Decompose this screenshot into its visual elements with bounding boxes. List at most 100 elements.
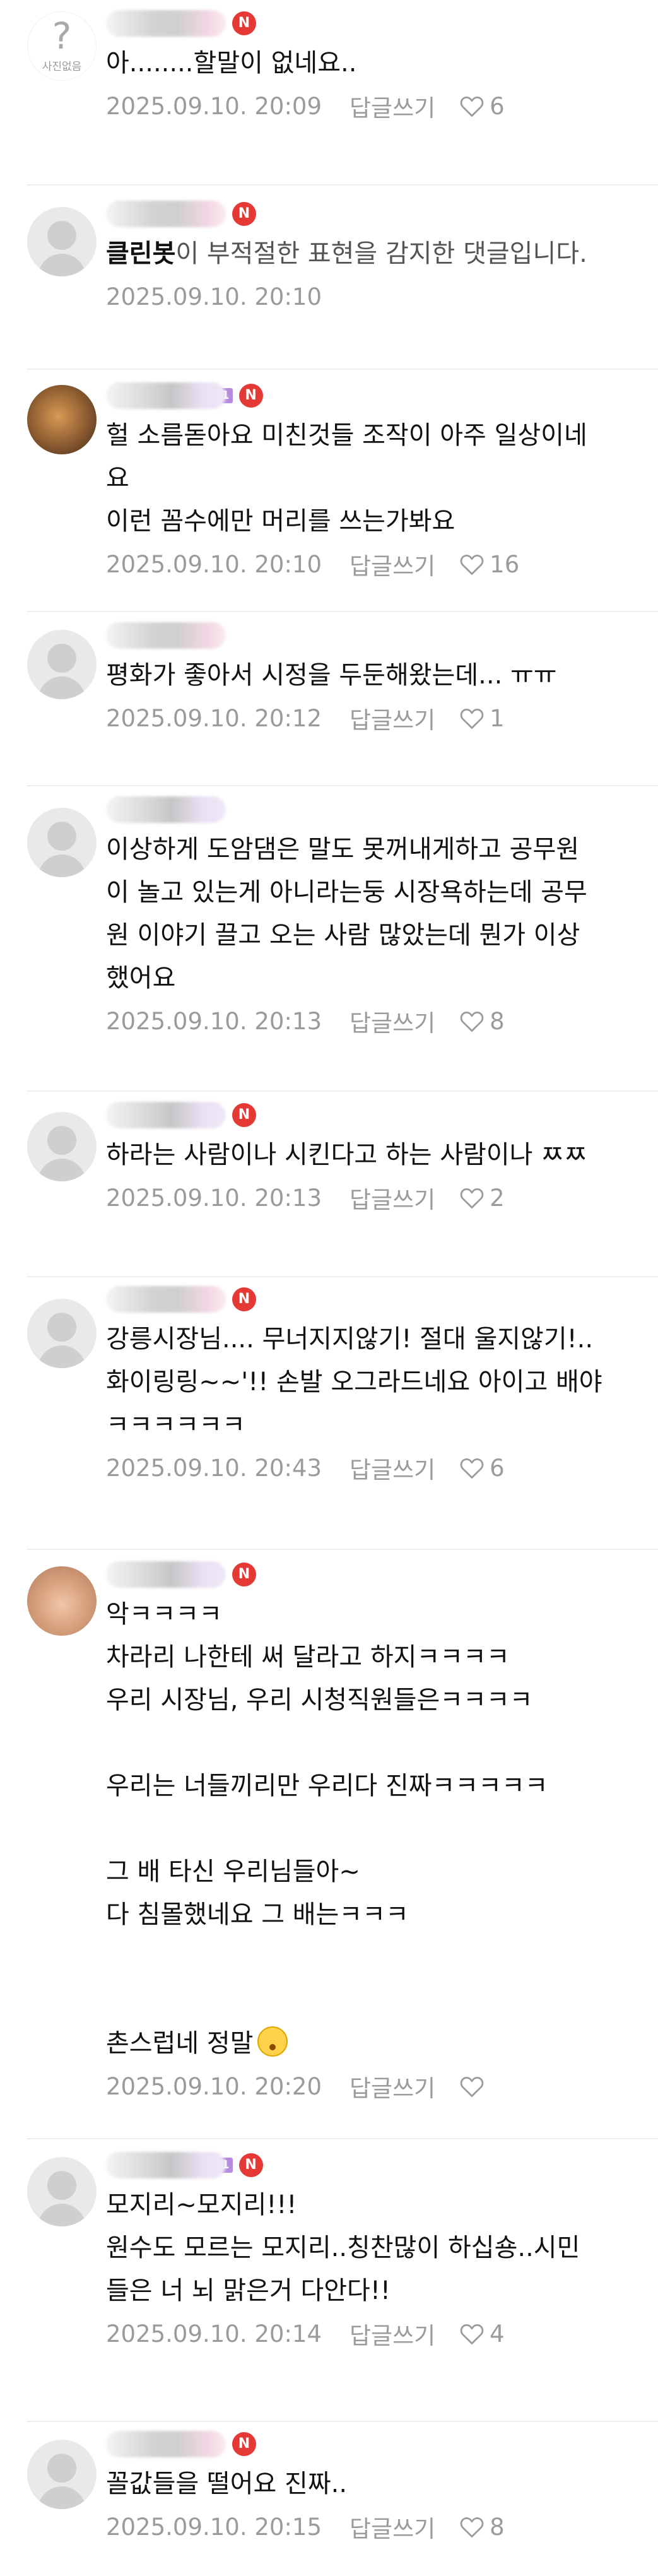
heart-icon [460, 1012, 484, 1032]
author-nickname[interactable]: N [106, 8, 256, 39]
comment-line-text: 강릉시장님.... 무너지지않기! 절대 울지않기!.. [106, 1325, 594, 1354]
avatar[interactable] [27, 2440, 97, 2509]
reply-button[interactable]: 답글쓰기 [350, 547, 435, 581]
comment-item: 1N 모지리~모지리!!! 원수도 모르는 모지리..칭찬많이 하십숑..시민들은 … [0, 2138, 658, 2421]
comment-item: N 악ㅋㅋㅋㅋ 차라리 나한테 써 달라고 하지ㅋㅋㅋㅋ 우리 시장님, 우리 시청직… [0, 1549, 658, 2138]
comment-timestamp: 2025.09.10. 20:20 [106, 2072, 322, 2100]
reply-button[interactable]: 답글쓰기 [350, 1451, 435, 1485]
like-count: 1 [490, 704, 505, 732]
comment-line-text: 우리 시장님, 우리 시청직원들은ㅋㅋㅋㅋ [106, 1686, 533, 1715]
like-button[interactable]: 8 [459, 1008, 505, 1035]
blurred-nickname [106, 796, 226, 823]
comment-item: N 하라는 사람이나 시킨다고 하는 사람이나 ㅉㅉ 2025.09.10. 20:… [0, 1090, 658, 1276]
comment-line: 아........할말이 없네요.. [106, 42, 645, 85]
comment-text: 헐 소름돋아요 미친것들 조작이 아주 일상이네 요 이런 꼼수에만 머리를 쓰는가… [106, 414, 645, 543]
author-nickname[interactable]: N [106, 1284, 256, 1315]
comment-timestamp: 2025.09.10. 20:10 [106, 283, 322, 310]
author-nickname[interactable] [106, 620, 226, 651]
comment-line: 요 [106, 457, 645, 500]
author-nickname[interactable]: N [106, 198, 256, 230]
comment-line: 헐 소름돋아요 미친것들 조작이 아주 일상이네 [106, 414, 645, 457]
flushed-face-emoji [257, 2026, 288, 2057]
comment-line-text: 차라리 나한테 써 달라고 하지ㅋㅋㅋㅋ [106, 1643, 510, 1672]
reply-button[interactable]: 답글쓰기 [350, 2510, 435, 2544]
comment-meta: 2025.09.10. 20:09 답글쓰기 6 [106, 87, 645, 125]
blurred-nickname [106, 622, 226, 649]
avatar[interactable] [27, 207, 97, 276]
new-badge: N [232, 1287, 256, 1311]
like-button[interactable]: 8 [459, 2514, 505, 2541]
like-count: 4 [490, 2320, 505, 2348]
heart-icon [460, 1188, 484, 1208]
reply-button[interactable]: 답글쓰기 [350, 1181, 435, 1215]
author-nickname[interactable] [106, 794, 226, 825]
comment-meta: 2025.09.10. 20:13 답글쓰기 2 [106, 1179, 645, 1217]
cleanbot-label: 클린봇 [106, 239, 176, 268]
reply-button[interactable]: 답글쓰기 [350, 701, 435, 735]
comment-text: 아........할말이 없네요.. [106, 42, 645, 85]
avatar[interactable]: ? 사진없음 [27, 11, 97, 81]
new-badge: N [238, 384, 263, 408]
like-button[interactable]: 16 [459, 551, 519, 578]
like-button[interactable]: 6 [459, 93, 505, 120]
comment-timestamp: 2025.09.10. 20:15 [106, 2513, 322, 2541]
blurred-nickname [106, 201, 226, 227]
author-nickname[interactable]: 1N [106, 380, 263, 411]
like-button[interactable]: 4 [459, 2320, 505, 2348]
avatar[interactable] [27, 1299, 97, 1368]
avatar[interactable] [27, 630, 97, 699]
comment-line: 우리는 너들끼리만 우리다 진짜ㅋㅋㅋㅋㅋ [106, 1764, 645, 1807]
comment-text: 악ㅋㅋㅋㅋ 차라리 나한테 써 달라고 하지ㅋㅋㅋㅋ 우리 시장님, 우리 시청직원… [106, 1593, 645, 2065]
like-button[interactable]: 1 [459, 705, 505, 732]
comment-line-text: 원수도 모르는 모지리..칭찬많이 하십숑..시민 [106, 2233, 580, 2262]
like-button[interactable]: 2 [459, 1185, 505, 1212]
avatar[interactable] [27, 385, 97, 454]
comment-timestamp: 2025.09.10. 20:09 [106, 92, 322, 120]
avatar[interactable] [27, 1112, 97, 1181]
comment-line-text: 촌스럽네 정말 [106, 2029, 254, 2058]
comment-line-text: 헐 소름돋아요 미친것들 조작이 아주 일상이네 [106, 421, 587, 450]
comment-timestamp: 2025.09.10. 20:12 [106, 704, 322, 732]
like-count: 8 [490, 2513, 505, 2541]
reply-button[interactable]: 답글쓰기 [350, 2317, 435, 2351]
heart-icon [460, 709, 484, 729]
blurred-nickname [106, 2431, 226, 2457]
like-count: 16 [490, 550, 520, 578]
comment-line: ㅋㅋㅋㅋㅋㅋ [106, 1403, 645, 1446]
avatar[interactable] [27, 2157, 97, 2226]
comment-item: 1N헐 소름돋아요 미친것들 조작이 아주 일상이네요이런 꼼수에만 머리를 쓰… [0, 369, 658, 611]
comment-timestamp: 2025.09.10. 20:13 [106, 1007, 322, 1035]
heart-icon [460, 1458, 484, 1479]
author-nickname[interactable]: N [106, 2428, 256, 2460]
like-count: 8 [490, 1007, 505, 1035]
blurred-nickname [106, 382, 226, 409]
reply-button[interactable]: 답글쓰기 [350, 1004, 435, 1038]
heart-icon [460, 555, 484, 575]
avatar[interactable] [27, 808, 97, 877]
comment-timestamp: 2025.09.10. 20:43 [106, 1454, 322, 1482]
comment-text: 꼴값들을 떨어요 진짜.. [106, 2462, 645, 2505]
comment-text: 모지리~모지리!!! 원수도 모르는 모지리..칭찬많이 하십숑..시민 들은 너 … [106, 2183, 645, 2312]
comment-line-text: 하라는 사람이나 시킨다고 하는 사람이나 ㅉㅉ [106, 1140, 587, 1169]
comment-line: 평화가 좋아서 시정을 두둔해왔는데... ㅠㅠ [106, 654, 645, 697]
reply-button[interactable]: 답글쓰기 [350, 89, 435, 123]
comment-item: N 클린봇이 부적절한 표현을 감지한 댓글입니다. 2025.09.10. 20:… [0, 184, 658, 369]
comment-line-text: 요 [106, 464, 129, 493]
comment-item: N 꼴값들을 떨어요 진짜.. 2025.09.10. 20:15 답글쓰기 8 [0, 2421, 658, 2576]
comment-item: 평화가 좋아서 시정을 두둔해왔는데... ㅠㅠ 2025.09.10. 20:1… [0, 611, 658, 785]
avatar[interactable] [27, 1566, 97, 1636]
comment-timestamp: 2025.09.10. 20:10 [106, 550, 322, 578]
author-nickname[interactable]: N [106, 1099, 256, 1131]
comment-line: 그 배 타신 우리님들아~ [106, 1850, 645, 1893]
like-button[interactable] [459, 2075, 490, 2098]
comment-line: 들은 너 뇌 맑은거 다안다!! [106, 2269, 645, 2312]
author-nickname[interactable]: N [106, 1559, 256, 1590]
comment-line: 화이링링~~'!! 손발 오그라드네요 아이고 배야 [106, 1361, 645, 1403]
like-button[interactable]: 6 [459, 1455, 505, 1482]
comment-meta: 2025.09.10. 20:12 답글쓰기 1 [106, 699, 645, 737]
comment-line-text: 화이링링~~'!! 손발 오그라드네요 아이고 배야 [106, 1368, 602, 1397]
reply-button[interactable]: 답글쓰기 [350, 2069, 435, 2103]
comment-line: 하라는 사람이나 시킨다고 하는 사람이나 ㅉㅉ [106, 1133, 645, 1176]
author-nickname[interactable]: 1N [106, 2149, 263, 2181]
heart-icon [460, 2517, 484, 2538]
